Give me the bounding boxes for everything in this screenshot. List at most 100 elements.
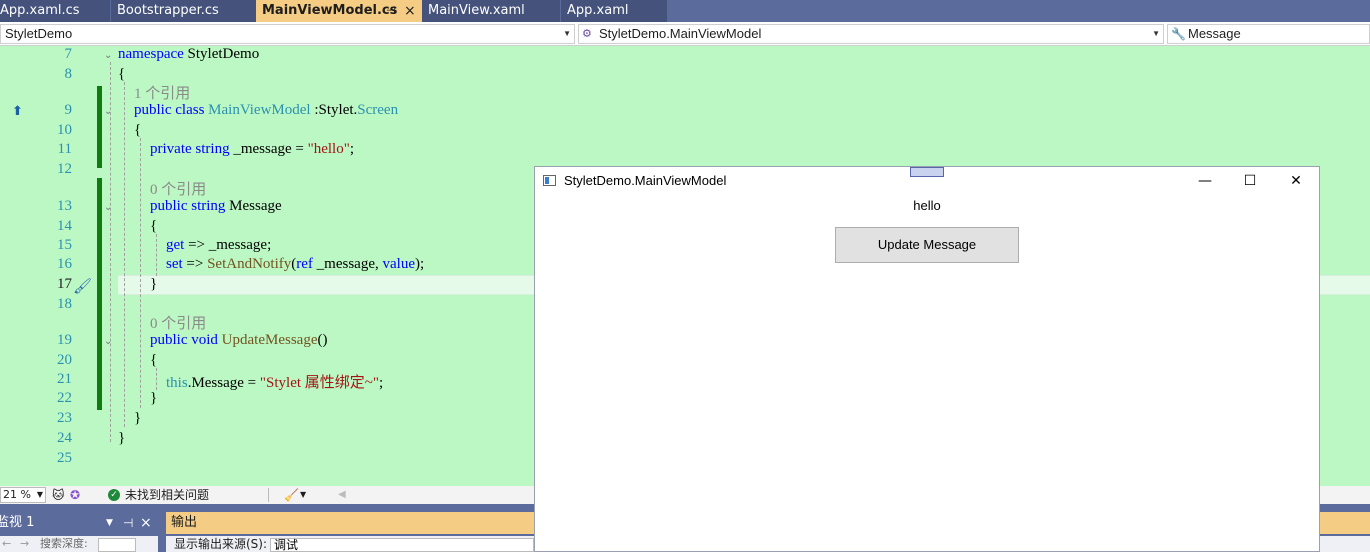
indent-guide [156,234,157,276]
forward-arrow-icon[interactable]: → [20,536,29,552]
indent-guide [110,62,111,442]
collapse-icon[interactable]: ⌄ [104,106,112,117]
tab-label: Bootstrapper.cs [117,3,219,18]
class-icon: ⚙ [582,28,592,40]
maximize-button[interactable]: ☐ [1238,171,1262,191]
intellicode-icon[interactable]: ✪ [70,486,80,504]
debug-toolbar-handle[interactable] [910,167,944,177]
line-number: 16 [57,256,72,272]
app-window: StyletDemo.MainViewModel — ☐ ✕ hello Upd… [534,166,1320,552]
code-line-22: } [150,390,158,406]
close-icon[interactable]: × [140,512,152,534]
line-number: 7 [64,46,73,62]
implements-icon[interactable]: ⬆ [12,104,23,119]
watch-panel-header: 监视 1 ▼ ⊣ × [0,512,158,534]
line-number: 22 [57,390,72,406]
message-text: hello [913,198,941,213]
tab-label: App.xaml [567,3,629,18]
divider [268,488,269,502]
watch-panel-title[interactable]: 监视 1 [0,512,34,534]
line-number: 17 [57,276,72,292]
code-line-21: this.Message = "Stylet 属性绑定~"; [166,375,384,391]
code-line-17: } [150,276,158,292]
code-line-14: { [150,218,158,234]
codelens-references[interactable]: 0 个引用 [150,312,206,333]
line-number: 15 [57,237,72,253]
back-arrow-icon[interactable]: ← [2,536,11,552]
indent-guide [124,82,125,427]
code-line-13: public string Message [150,198,282,214]
line-number: 13 [57,198,72,214]
collapse-icon[interactable]: ⌄ [104,50,112,61]
line-number: 12 [57,161,72,177]
project-dropdown[interactable]: StyletDemo ▼ [0,24,575,44]
tab-mainview-xaml[interactable]: MainView.xaml [422,0,560,22]
line-number: 24 [57,430,72,446]
zoom-level: 21 % [3,488,31,501]
update-message-button[interactable]: Update Message [835,227,1019,263]
chevron-down-icon[interactable]: ▼ [300,486,306,504]
chevron-down-icon: ▼ [1152,29,1160,38]
code-line-7: namespace StyletDemo [118,46,260,62]
code-line-15: get => _message; [166,237,272,253]
change-indicator [97,178,102,410]
codelens-references[interactable]: 0 个引用 [150,178,206,199]
chevron-down-icon: ▼ [36,490,43,499]
output-panel-title[interactable]: 输出 [171,512,197,534]
tab-label: App.xaml.cs [0,3,80,18]
zoom-dropdown[interactable]: 21 % ▼ [0,487,46,503]
tab-label: MainView.xaml [428,3,525,18]
watch-toolbar: ← → 搜索深度: [0,536,158,552]
tab-mainviewmodel-cs[interactable]: MainViewModel.cs ⊣ × [256,0,422,22]
code-line-11: private string _message = "hello"; [150,141,355,157]
collapse-icon[interactable]: ⌄ [104,336,112,347]
chevron-down-icon: ▼ [563,29,571,38]
code-line-19: public void UpdateMessage() [150,332,328,348]
member-name: Message [1188,26,1241,41]
pin-icon[interactable]: ⊣ [123,512,133,534]
code-line-24: } [118,430,126,446]
collapse-icon[interactable]: ⌄ [104,202,112,213]
check-icon: ✓ [108,489,120,501]
code-line-10: { [134,122,142,138]
codelens-references[interactable]: 1 个引用 [134,82,190,103]
line-number: 10 [57,122,72,138]
line-number: 9 [64,102,73,118]
navigation-bar: StyletDemo ▼ ⚙ StyletDemo.MainViewModel … [0,22,1370,46]
minimize-button[interactable]: — [1193,171,1217,191]
type-name: StyletDemo.MainViewModel [599,26,762,41]
output-source-label: 显示输出来源(S): [174,537,268,551]
search-depth-dropdown[interactable] [98,538,136,552]
chevron-down-icon[interactable]: ▼ [106,512,113,534]
search-depth-label: 搜索深度: [40,537,88,550]
code-line-16: set => SetAndNotify(ref _message, value)… [166,256,425,272]
close-icon[interactable]: × [404,0,416,22]
line-number: 23 [57,410,72,426]
tab-app-xaml-cs[interactable]: App.xaml.cs [0,0,110,22]
change-indicator [97,86,102,168]
wrench-icon: 🔧 [1171,27,1186,41]
line-number: 19 [57,332,72,348]
code-line-9: public class MainViewModel :Stylet.Scree… [134,102,399,118]
tab-label: MainViewModel.cs [262,3,398,18]
pin-icon[interactable]: ⊣ [386,0,396,22]
issues-status[interactable]: 未找到相关问题 [125,486,209,504]
indent-guide [156,368,157,390]
quick-action-brush-icon[interactable]: 🖌 [73,277,92,295]
output-source-dropdown[interactable]: 调试 [270,538,534,552]
tab-bootstrapper-cs[interactable]: Bootstrapper.cs [111,0,256,22]
line-number: 20 [57,352,72,368]
member-dropdown[interactable]: 🔧 Message [1167,24,1370,44]
line-number: 11 [57,141,72,157]
copilot-icon[interactable]: 🐱 [52,486,65,504]
scroll-left-icon[interactable]: ◀ [338,486,346,504]
code-cleanup-icon[interactable]: 🧹 [284,486,299,504]
type-dropdown[interactable]: ⚙ StyletDemo.MainViewModel ▼ [578,24,1164,44]
window-title: StyletDemo.MainViewModel [564,173,727,188]
code-line-23: } [134,410,142,426]
code-line-8: { [118,66,126,82]
close-button[interactable]: ✕ [1284,171,1308,191]
line-number: 21 [57,371,72,387]
tab-app-xaml[interactable]: App.xaml [561,0,667,22]
document-tab-bar: App.xaml.cs Bootstrapper.cs MainViewMode… [0,0,1370,22]
